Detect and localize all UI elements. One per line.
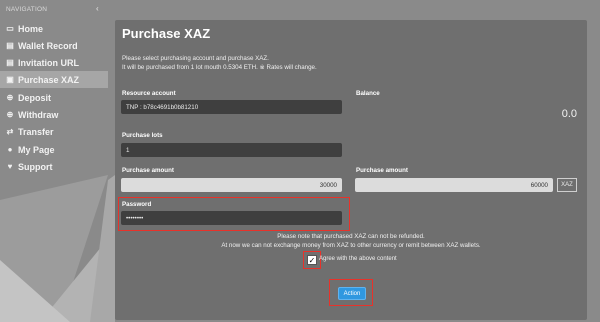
- password-label: Password: [122, 201, 152, 208]
- sidebar-item-label: Wallet Record: [18, 40, 78, 51]
- agree-label: Agree with the above content: [319, 256, 397, 262]
- sidebar-item-withdraw[interactable]: ⊕ Withdraw: [0, 106, 108, 123]
- transfer-icon: ⇄: [6, 127, 14, 136]
- sidebar-item-label: Purchase XAZ: [18, 74, 80, 85]
- sidebar-item-label: Invitation URL: [18, 57, 79, 68]
- purchase-amount-xaz-field: 60000: [355, 178, 553, 192]
- action-button[interactable]: Action: [338, 287, 366, 300]
- purchase-lots-label: Purchase lots: [122, 132, 163, 139]
- sidebar-item-deposit[interactable]: ⊕ Deposit: [0, 89, 108, 106]
- password-input[interactable]: ••••••••: [121, 211, 342, 225]
- sidebar-item-label: Home: [18, 23, 44, 34]
- sidebar-item-wallet-record[interactable]: ▤ Wallet Record: [0, 37, 108, 54]
- description-line-2: It will be purchased from 1 lot mouth 0.…: [122, 64, 317, 71]
- unit-label: XAZ: [557, 178, 577, 192]
- sidebar-item-transfer[interactable]: ⇄ Transfer: [0, 123, 108, 140]
- monitor-icon: ▭: [6, 24, 14, 33]
- document-icon: ▤: [6, 58, 14, 67]
- refund-note: Please note that purchased XAZ can not b…: [277, 233, 425, 240]
- sidebar-item-support[interactable]: ♥ Support: [0, 158, 108, 175]
- sidebar-item-home[interactable]: ▭ Home: [0, 20, 108, 37]
- circle-arrow-icon: ⊕: [6, 110, 14, 119]
- sidebar-item-label: Deposit: [18, 92, 52, 103]
- money-icon: ▣: [6, 75, 14, 84]
- user-icon: ●: [7, 145, 13, 154]
- balance-value: 0.0: [561, 108, 577, 120]
- purchase-lots-input[interactable]: 1: [121, 143, 342, 157]
- purchase-amount-xaz-label: Purchase amount: [356, 167, 408, 174]
- sidebar-item-invitation-url[interactable]: ▤ Invitation URL: [0, 54, 108, 71]
- check-icon: ✓: [308, 255, 316, 265]
- page-title: Purchase XAZ: [122, 26, 211, 41]
- sidebar-item-purchase-xaz[interactable]: ▣ Purchase XAZ: [0, 71, 108, 88]
- sidebar: NAVIGATION ‹ ▭ Home ▤ Wallet Record ▤ In…: [0, 0, 108, 322]
- purchase-amount-field: 30000: [121, 178, 342, 192]
- sidebar-item-label: My Page: [18, 144, 55, 155]
- description-line-1: Please select purchasing account and pur…: [122, 55, 269, 62]
- sidebar-item-label: Withdraw: [18, 109, 59, 120]
- purchase-panel: Purchase XAZ Please select purchasing ac…: [115, 20, 587, 320]
- heart-icon: ♥: [7, 162, 13, 171]
- document-icon: ▤: [6, 41, 14, 50]
- sidebar-item-label: Transfer: [18, 126, 54, 137]
- balance-label: Balance: [356, 90, 380, 97]
- resource-account-label: Resource account: [122, 90, 176, 97]
- chevron-left-icon[interactable]: ‹: [96, 4, 99, 13]
- exchange-note: At now we can not exchange money from XA…: [221, 242, 481, 249]
- agree-checkbox[interactable]: ✓: [307, 255, 317, 265]
- resource-account-select[interactable]: TNP : b78c4691b0b81210: [121, 100, 342, 114]
- purchase-amount-label: Purchase amount: [122, 167, 174, 174]
- circle-arrow-icon: ⊕: [6, 93, 14, 102]
- sidebar-item-label: Support: [18, 161, 53, 172]
- sidebar-item-my-page[interactable]: ● My Page: [0, 141, 108, 158]
- sidebar-header: NAVIGATION: [6, 6, 48, 13]
